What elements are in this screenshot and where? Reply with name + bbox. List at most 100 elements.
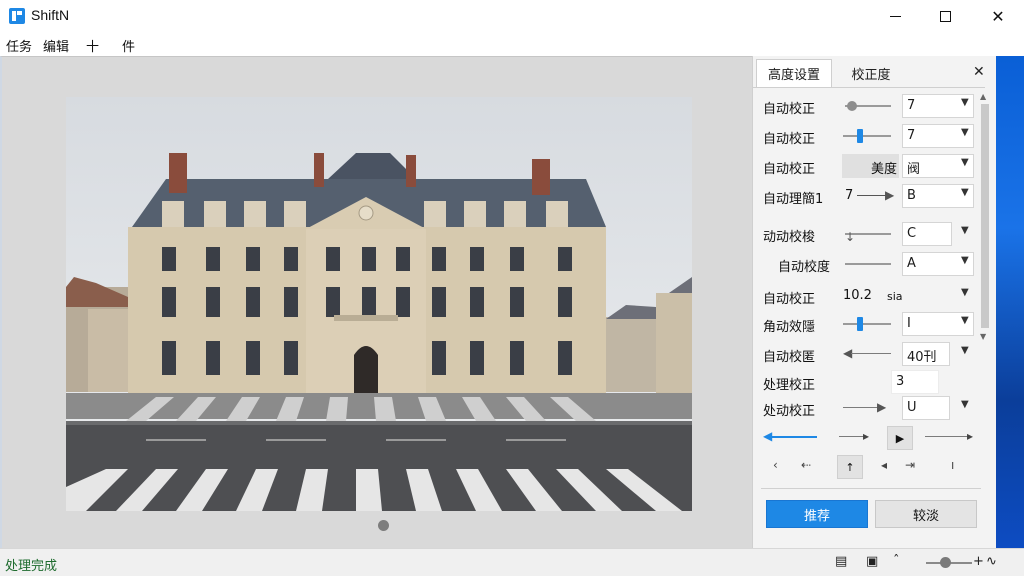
menu-item-file[interactable]: 件: [122, 36, 135, 55]
up-button[interactable]: ↑: [837, 455, 863, 479]
arrow-line: [925, 436, 969, 437]
combo-value: U: [907, 400, 917, 415]
save-icon[interactable]: ▣: [866, 554, 878, 569]
app-title: ShiftN: [31, 7, 70, 23]
setting-combo[interactable]: U: [902, 396, 950, 420]
setting-label: 自动校正: [763, 292, 816, 307]
document-icon[interactable]: ▤: [835, 554, 847, 569]
chevron-down-icon[interactable]: ▼: [961, 225, 969, 236]
arrow-left-icon[interactable]: ◀: [763, 429, 772, 443]
arrow-line: [839, 436, 865, 437]
tick-icon: ı: [951, 458, 955, 472]
setting-row: 自动校度 A ▼: [753, 250, 985, 278]
row-value: sia: [887, 290, 903, 303]
status-bar: 处理完成 ▤ ▣ ˆ + ∿: [0, 548, 1024, 576]
slider-thumb[interactable]: [857, 129, 863, 143]
setting-field[interactable]: 3: [891, 370, 939, 394]
setting-row: 自动校正 7 ▼: [753, 92, 985, 120]
slider-track[interactable]: [845, 263, 891, 265]
blue-arrow-line: [767, 436, 817, 438]
menu-bar: 任务 编辑 十 件: [0, 32, 1024, 56]
panel-close-icon[interactable]: ✕: [973, 64, 985, 80]
recommend-button[interactable]: 推荐: [766, 500, 868, 528]
zoom-wave-icon: ∿: [986, 554, 997, 569]
setting-row: 处动校正 ▶ U ▼: [753, 394, 985, 422]
skip-forward-icon[interactable]: ⇥: [905, 458, 915, 472]
secondary-button[interactable]: 较淡: [875, 500, 977, 528]
setting-label: 自动校正: [763, 132, 816, 147]
building-photo: [66, 97, 692, 511]
maximize-button[interactable]: [922, 0, 968, 32]
setting-row: 角动效隱 I ▼: [753, 310, 985, 338]
setting-row: 自动校正 7 ▼: [753, 122, 985, 150]
caret-icon[interactable]: ˆ: [893, 554, 900, 569]
setting-label: 角动效隱: [763, 320, 816, 335]
setting-label: 自动校正: [763, 162, 816, 177]
setting-label: 处动校正: [763, 404, 816, 419]
shade-text: 美度: [871, 162, 898, 177]
navigation-row: ◀ ▸ ▶ ▸: [753, 426, 985, 450]
tab-correction[interactable]: 校正度: [833, 59, 909, 87]
setting-label: 自动理簡1: [763, 192, 824, 207]
arrow-up-icon: ↑: [845, 460, 855, 474]
slider-thumb[interactable]: [847, 101, 857, 111]
setting-combo[interactable]: C: [902, 222, 952, 246]
navigation-row: ‹ ⇠ ↑ ◂ ⇥ ı: [753, 455, 985, 479]
title-bar: ShiftN ✕: [0, 0, 1024, 32]
chevron-down-icon[interactable]: ▼: [961, 399, 969, 410]
zoom-in-icon[interactable]: +: [973, 554, 984, 569]
field-value: 3: [896, 374, 905, 389]
setting-label: 动动校梭: [763, 230, 816, 245]
triangle-left-icon[interactable]: ◂: [881, 458, 887, 472]
chevron-down-icon[interactable]: ▼: [961, 127, 969, 138]
chevron-down-icon[interactable]: ▼: [961, 97, 969, 108]
desktop-background: [996, 56, 1024, 548]
app-icon: [9, 8, 25, 24]
setting-combo[interactable]: 40刊: [902, 342, 950, 366]
combo-value: 7: [907, 128, 916, 143]
menu-item-edit[interactable]: 编辑: [43, 36, 69, 55]
close-button[interactable]: ✕: [975, 0, 1021, 32]
scroll-indicator[interactable]: [378, 520, 389, 531]
chevron-left-icon[interactable]: ‹: [773, 458, 778, 472]
minimize-icon: [889, 15, 901, 17]
minimize-button[interactable]: [872, 0, 918, 32]
slider-track[interactable]: [843, 323, 891, 325]
tab-height-settings[interactable]: 高度设置: [756, 59, 832, 87]
setting-row: 自动校匿 ◀ 40刊 ▼: [753, 340, 985, 368]
panel-divider: [761, 488, 981, 489]
chevron-down-icon[interactable]: ▼: [961, 345, 969, 356]
combo-value: I: [907, 316, 911, 331]
menu-item-task[interactable]: 任务: [6, 36, 32, 55]
arrow-line: [843, 407, 879, 408]
setting-label: 处理校正: [763, 378, 816, 393]
setting-row: 自动校正 10.2 sia ▼: [753, 282, 985, 310]
combo-value: 阀: [907, 162, 921, 177]
setting-row: 自动理簡1 7 ▶ B ▼: [753, 182, 985, 210]
combo-value: B: [907, 188, 916, 203]
combo-value: C: [907, 226, 917, 241]
arrow-right-icon[interactable]: ▸: [967, 429, 973, 443]
image-canvas[interactable]: [0, 56, 752, 548]
play-button[interactable]: ▶: [887, 426, 913, 450]
back-arrow-icon[interactable]: ⇠: [801, 458, 811, 472]
arrow-line: [851, 353, 891, 354]
slider-thumb[interactable]: [857, 317, 863, 331]
chevron-down-icon[interactable]: ▼: [961, 187, 969, 198]
chevron-down-icon[interactable]: ▼: [961, 255, 969, 266]
down-arrow-icon: ↓: [845, 230, 856, 244]
menu-item-ten[interactable]: 十: [86, 36, 99, 55]
setting-row: 动动校梭 ↓ C ▼: [753, 220, 985, 248]
tab-divider: [753, 87, 985, 88]
setting-row: 自动校正 美度 阀 ▼: [753, 152, 985, 180]
chevron-down-icon[interactable]: ▼: [961, 315, 969, 326]
slider-track[interactable]: [843, 135, 891, 137]
arrow-right-icon[interactable]: ▸: [863, 429, 869, 443]
chevron-down-icon[interactable]: ▼: [961, 157, 969, 168]
settings-panel: 高度设置 校正度 ✕ ▲ ▼ 自动校正 7 ▼ 自动校正 7 ▼ 自动校正 美度…: [752, 56, 996, 548]
chevron-down-icon[interactable]: ▼: [961, 287, 969, 298]
status-text: 处理完成: [5, 559, 58, 574]
zoom-thumb[interactable]: [940, 557, 951, 568]
row-extra-value: 7: [845, 188, 854, 203]
setting-label: 自动校度: [778, 260, 831, 275]
